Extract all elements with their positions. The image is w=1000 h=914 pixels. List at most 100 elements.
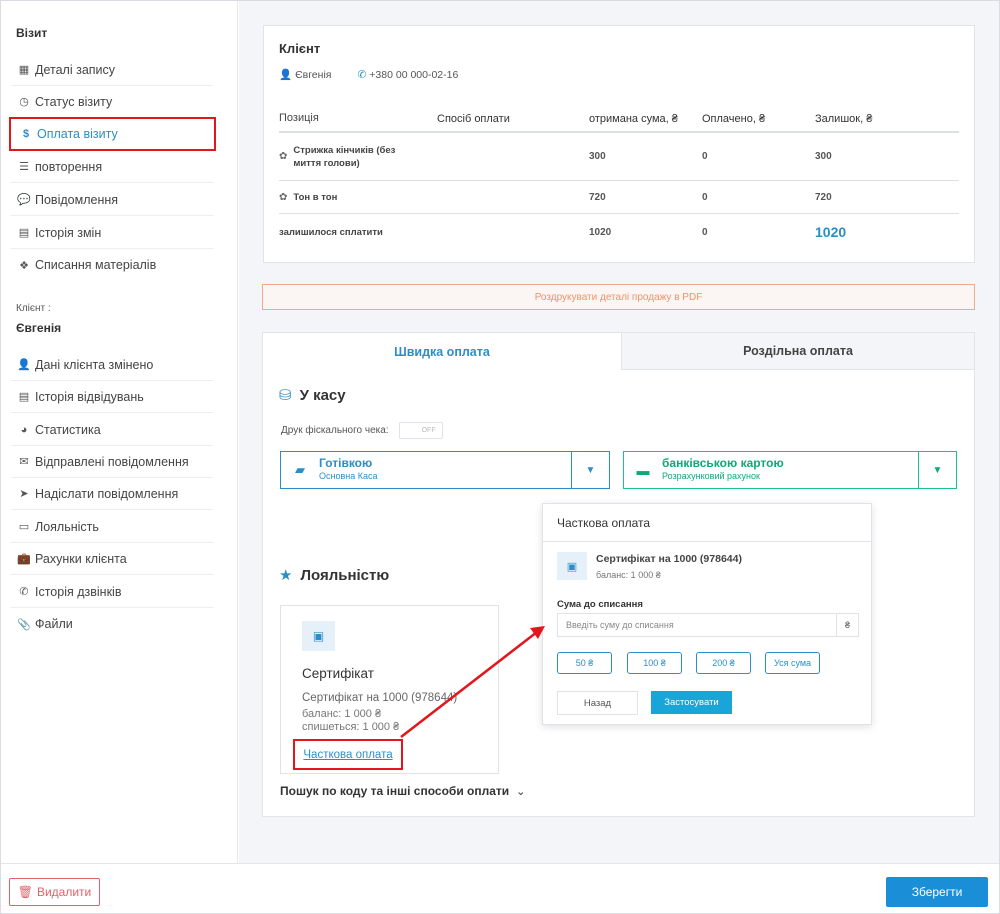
sidebar-item-client-accounts[interactable]: 💼 Рахунки клієнта — [11, 543, 213, 575]
sidebar-item-label: Історія відвідувань — [35, 389, 144, 404]
sidebar-item-label: Оплата візиту — [37, 127, 118, 141]
pie-chart-icon: ◕ — [20, 423, 28, 436]
cashbox-title: ⛁ У касу — [279, 386, 346, 405]
cubes-icon: ❖ — [19, 259, 29, 272]
certificate-charge: спишеться: 1 000 ₴ — [302, 721, 400, 733]
card-select-text: банківською картою Розрахунковий рахунок — [662, 457, 918, 483]
briefcase-icon: 💼 — [17, 553, 31, 565]
apply-button[interactable]: Застосувати — [651, 691, 732, 714]
delete-button[interactable]: 🗑 Видалити — [9, 878, 100, 906]
tab-quick-payment[interactable]: Швидка оплата — [263, 333, 621, 370]
client-title: Клієнт — [279, 41, 321, 56]
sidebar-item-label: Лояльність — [35, 519, 99, 534]
sidebar-item-label: Повідомлення — [35, 192, 119, 207]
client-meta: 👤 Євгенія ✆ +380 00 000-02-16 — [279, 68, 458, 82]
sidebar-item-label: Статистика — [35, 422, 101, 437]
print-pdf-button[interactable]: Роздрукувати деталі продажу в PDF — [262, 284, 975, 310]
sidebar: Візит ▦ Деталі запису ◷ Статус візиту $ … — [1, 1, 238, 863]
card-sub: Розрахунковий рахунок — [662, 471, 760, 481]
wallet-icon: ▰ — [295, 462, 305, 477]
delete-label: Видалити — [36, 885, 92, 899]
client-caption: Клієнт : — [16, 303, 51, 314]
cell-position: ✿ Тон в тон — [279, 181, 424, 213]
sidebar-item-messages[interactable]: 💬 Повідомлення — [11, 184, 213, 216]
visit-heading: Візит — [16, 26, 48, 40]
main-content: Клієнт 👤 Євгенія ✆ +380 00 000-02-16 Поз… — [239, 1, 999, 863]
sidebar-item-visit-payment[interactable]: $ Оплата візиту — [9, 117, 216, 151]
col-header: отримана сума, ₴ — [589, 112, 678, 125]
cell-received: 300 — [589, 151, 606, 162]
calendar-icon: ▦ — [18, 64, 30, 76]
amount-label: Сума до списання — [557, 599, 643, 610]
sidebar-item-label: Історія дзвінків — [35, 584, 122, 599]
sidebar-item-change-history[interactable]: ▤ Історія змін — [11, 217, 213, 249]
back-button[interactable]: Назад — [557, 691, 638, 715]
sidebar-item-client-data[interactable]: 👤 Дані клієнта змінено — [11, 349, 213, 381]
chip-full-amount[interactable]: Уся сума — [765, 652, 820, 674]
position-name: Стрижка кінчиків (без миття голови) — [293, 144, 396, 169]
cell-rest: 720 — [815, 191, 832, 203]
sidebar-item-visit-history[interactable]: ▤ Історія відвідувань — [11, 381, 213, 413]
sidebar-item-label: Історія змін — [35, 225, 102, 240]
footer-bar: 🗑 Видалити Зберегти — [1, 863, 999, 913]
user-icon: 👤 — [279, 69, 293, 81]
sidebar-item-call-history[interactable]: ✆ Історія дзвінків — [11, 576, 213, 608]
phone-icon: ✆ — [19, 586, 29, 598]
send-icon: ➤ — [19, 488, 29, 500]
amount-input[interactable] — [558, 614, 836, 636]
caret-down-icon[interactable]: ▼ — [918, 452, 956, 488]
sidebar-item-loyalty[interactable]: ▭ Лояльність — [11, 511, 213, 543]
table-row: ✿ Стрижка кінчиків (без миття голови) 300… — [279, 133, 959, 181]
cell-paid: 0 — [702, 191, 708, 203]
sidebar-item-files[interactable]: 📎 Файли — [11, 608, 213, 640]
fiscal-toggle[interactable]: OFF — [398, 422, 443, 439]
position-name: Тон в тон — [293, 191, 338, 203]
sidebar-item-record-details[interactable]: ▦ Деталі запису — [11, 54, 213, 86]
chip-200[interactable]: 200 ₴ — [696, 652, 751, 674]
list-alt-icon: ▤ — [18, 391, 30, 403]
sidebar-item-repeat[interactable]: ☰ повторення — [11, 151, 213, 183]
save-button[interactable]: Зберегти — [886, 877, 988, 907]
total-received: 1020 — [589, 226, 612, 238]
client-name: Євгенія — [16, 321, 62, 335]
sidebar-item-label: Статус візиту — [35, 94, 113, 109]
sidebar-item-send-message[interactable]: ➤ Надіслати повідомлення — [11, 478, 213, 510]
card-payment-select[interactable]: ▬ банківською картою Розрахунковий рахун… — [623, 451, 957, 489]
cash-name: Готівкою — [319, 456, 373, 470]
certificate-name: Сертифікат на 1000 (978644) — [302, 692, 458, 704]
client-phone[interactable]: +380 00 000-02-16 — [369, 69, 458, 81]
sidebar-item-label: Дані клієнта змінено — [35, 357, 154, 372]
cell-paid: 0 — [702, 151, 708, 162]
loyalty-title-text: Лояльністю — [300, 566, 390, 584]
sidebar-item-sent-messages[interactable]: ✉ Відправлені повідомлення — [11, 446, 213, 478]
credit-card-icon: ▬ — [636, 462, 650, 478]
card-icon: ▭ — [18, 521, 30, 533]
cash-select-text: Готівкою Основна Каса — [319, 457, 571, 483]
search-more-toggle[interactable]: Пошук по коду та інші способи оплати ⌄ — [280, 784, 525, 798]
cash-payment-select[interactable]: ▰ Готівкою Основна Каса ▼ — [280, 451, 610, 489]
chat-icon: 💬 — [17, 194, 31, 206]
list-icon: ☰ — [19, 161, 29, 173]
cell-rest: 300 — [815, 151, 832, 162]
popup-balance: баланс: 1 000 ₴ — [596, 570, 661, 580]
popup-certificate-name: Сертифікат на 1000 (978644) — [596, 553, 742, 565]
tab-split-payment[interactable]: Роздільна оплата — [621, 333, 974, 370]
sidebar-item-statistics[interactable]: ◕ Статистика — [11, 414, 213, 446]
document-icon: ▤ — [18, 227, 30, 239]
sidebar-item-visit-status[interactable]: ◷ Статус візиту — [11, 86, 213, 118]
col-header: Оплачено, ₴ — [702, 112, 766, 125]
total-label: залишилося сплатити — [279, 226, 383, 238]
total-rest: 1020 — [815, 224, 847, 240]
partial-payment-popup: Часткова оплата ▣ Сертифікат на 1000 (97… — [542, 503, 872, 725]
partial-payment-link[interactable]: Часткова оплата — [293, 739, 403, 770]
chip-50[interactable]: 50 ₴ — [557, 652, 612, 674]
user-icon: 👤 — [17, 359, 31, 371]
sidebar-item-label: Списання матеріалів — [35, 258, 157, 272]
chip-100[interactable]: 100 ₴ — [627, 652, 682, 674]
certificate-balance: баланс: 1 000 ₴ — [302, 708, 382, 720]
cell-position: ✿ Стрижка кінчиків (без миття голови) — [279, 133, 424, 180]
sidebar-item-materials[interactable]: ❖ Списання матеріалів — [11, 249, 213, 281]
certificate-title: Сертифікат — [302, 666, 374, 681]
star-icon: ★ — [279, 567, 293, 584]
caret-down-icon[interactable]: ▼ — [571, 452, 609, 488]
